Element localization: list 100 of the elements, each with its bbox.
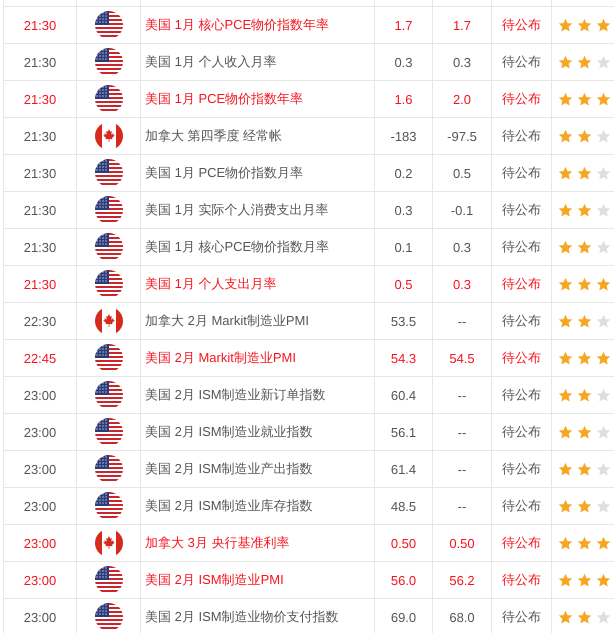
maple-leaf-flag-icon	[94, 122, 122, 150]
event-time: 23:00	[24, 610, 56, 624]
star-icon	[558, 573, 573, 588]
previous-value: 1.6	[394, 92, 413, 106]
actual-value: 待公布	[502, 91, 541, 106]
star-icon	[577, 351, 592, 366]
forecast-value: --	[458, 498, 466, 514]
event-time: 23:00	[24, 572, 56, 588]
event-name: 美国 1月 PCE物价指数年率	[145, 91, 304, 106]
forecast-value: 0.3	[452, 240, 472, 254]
star-icon	[558, 203, 573, 218]
star-icon	[596, 388, 611, 404]
event-time: 23:00	[24, 388, 56, 402]
event-name: 美国 1月 核心PCE物价指数年率	[145, 17, 330, 32]
star-icon	[596, 277, 611, 292]
star-icon	[596, 462, 611, 478]
star-icon	[577, 536, 592, 552]
star-icon	[577, 314, 592, 330]
previous-value: 53.5	[390, 314, 416, 328]
actual-value: 待公布	[502, 202, 541, 217]
previous-value: 54.3	[390, 350, 416, 366]
event-name: 美国 1月 PCE物价指数月率	[145, 165, 304, 180]
actual-value: 待公布	[502, 387, 541, 402]
star-icon	[558, 462, 573, 478]
star-icon	[558, 499, 573, 514]
star-icon	[558, 92, 573, 108]
star-icon	[558, 351, 573, 366]
us-flag-icon	[94, 455, 122, 483]
actual-value: 待公布	[502, 128, 541, 143]
event-name: 美国 1月 个人支出月率	[145, 276, 276, 291]
star-icon	[596, 240, 611, 256]
star-icon	[558, 129, 573, 144]
star-icon	[596, 351, 611, 366]
star-icon	[596, 129, 611, 144]
us-flag-icon	[94, 159, 122, 187]
star-icon	[596, 573, 611, 588]
us-flag-icon	[94, 344, 122, 372]
event-time: 23:00	[24, 498, 56, 514]
star-icon	[558, 18, 573, 34]
star-icon	[577, 240, 592, 256]
actual-value: 待公布	[502, 239, 541, 254]
previous-value: 0.3	[394, 54, 413, 70]
star-icon	[558, 388, 573, 404]
forecast-value: 54.5	[449, 350, 475, 366]
event-name: 美国 2月 ISM制造业就业指数	[145, 424, 313, 439]
event-time: 21:30	[24, 166, 56, 180]
previous-value: -183	[390, 128, 417, 144]
actual-value: 待公布	[502, 424, 541, 439]
event-time: 21:30	[24, 202, 56, 218]
forecast-value: 2.0	[452, 92, 472, 106]
event-name: 美国 2月 ISM制造业物价支付指数	[145, 609, 339, 624]
maple-leaf-flag-icon	[94, 529, 122, 557]
previous-value: 0.5	[394, 276, 413, 292]
event-name: 美国 2月 ISM制造业新订单指数	[145, 387, 326, 402]
forecast-value: 68.0	[449, 610, 475, 624]
forecast-value: 56.2	[449, 572, 475, 588]
star-icon	[558, 277, 573, 292]
star-icon	[577, 18, 592, 34]
star-icon	[577, 55, 592, 70]
star-icon	[577, 129, 592, 144]
forecast-value: -97.5	[447, 128, 477, 144]
star-icon	[577, 166, 592, 182]
maple-leaf-flag-icon	[94, 307, 122, 335]
us-flag-icon	[94, 418, 122, 446]
star-icon	[596, 499, 611, 514]
actual-value: 待公布	[502, 276, 541, 291]
previous-value: 69.0	[390, 610, 416, 624]
forecast-value: --	[458, 462, 466, 476]
us-flag-icon	[94, 603, 122, 631]
event-time: 23:00	[24, 536, 56, 550]
us-flag-icon	[94, 270, 122, 298]
us-flag-icon	[94, 48, 122, 76]
event-name: 美国 2月 Markit制造业PMI	[145, 350, 296, 365]
us-flag-icon	[94, 196, 122, 224]
star-icon	[596, 610, 611, 626]
us-flag-icon	[94, 85, 122, 113]
actual-value: 待公布	[502, 350, 541, 365]
star-icon	[577, 277, 592, 292]
event-time: 22:30	[24, 314, 56, 328]
event-time: 21:30	[24, 18, 56, 32]
actual-value: 待公布	[502, 535, 541, 550]
event-name: 美国 2月 ISM制造业产出指数	[145, 461, 313, 476]
forecast-value: 0.50	[449, 536, 475, 550]
actual-value: 待公布	[502, 498, 541, 513]
forecast-value: --	[458, 424, 466, 440]
event-name: 美国 1月 实际个人消费支出月率	[145, 202, 328, 217]
star-icon	[596, 203, 611, 218]
star-icon	[596, 55, 611, 70]
event-name: 加拿大 第四季度 经常帐	[145, 128, 282, 143]
forecast-value: 1.7	[452, 18, 472, 32]
previous-value: 56.1	[390, 424, 416, 440]
star-icon	[558, 610, 573, 626]
us-flag-icon	[94, 381, 122, 409]
star-icon	[558, 425, 573, 440]
actual-value: 待公布	[502, 609, 541, 624]
previous-value: 60.4	[390, 388, 416, 402]
previous-value: 0.2	[394, 166, 413, 180]
event-time: 21:30	[24, 128, 56, 144]
star-icon	[558, 240, 573, 256]
star-icon	[596, 166, 611, 182]
